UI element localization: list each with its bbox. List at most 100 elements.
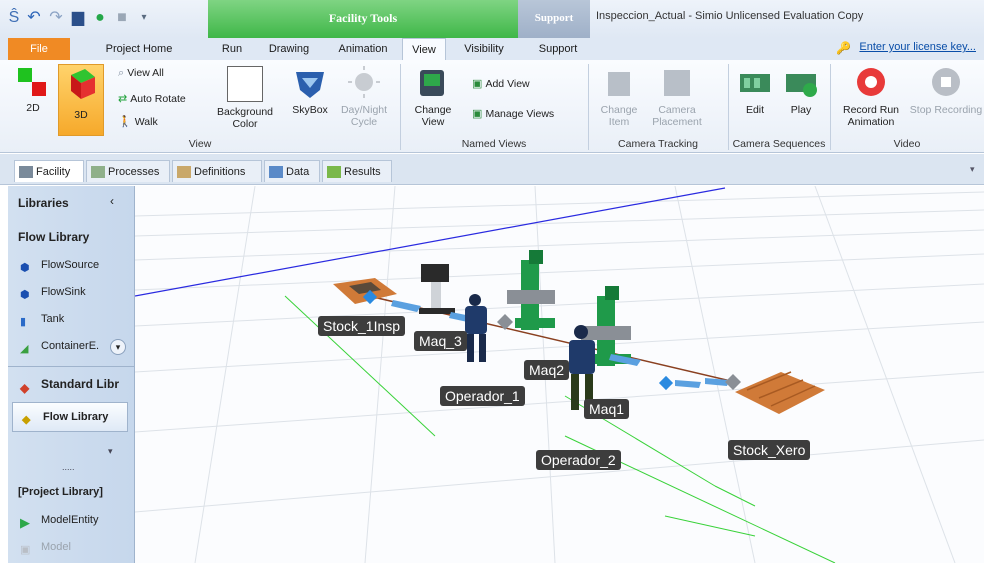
label-stock-xero[interactable]: Stock_Xero bbox=[728, 440, 811, 460]
add-view-button[interactable]: ▣ Add View bbox=[472, 77, 530, 90]
camera-sequences-group-label: Camera Sequences bbox=[732, 138, 826, 150]
standard-library-icon: ◆ bbox=[20, 380, 30, 395]
play-sequence-button[interactable]: Play bbox=[780, 64, 822, 134]
stop-record-icon bbox=[932, 68, 960, 96]
walk-button[interactable]: 🚶 Walk bbox=[118, 115, 158, 131]
label-operador-2[interactable]: Operador_2 bbox=[536, 450, 621, 470]
view-group-label: View bbox=[188, 138, 212, 150]
context-tab-support: Support bbox=[518, 0, 590, 38]
facility-3d-viewport[interactable]: Stock_1Insp Maq_3 Maq2 Operador_1 Maq1 O… bbox=[135, 186, 984, 563]
library-item-model[interactable]: ▣ Model bbox=[20, 538, 71, 556]
license-link[interactable]: Enter your license key... bbox=[859, 41, 976, 53]
tab-visibility[interactable]: Visibility bbox=[454, 38, 514, 60]
save-icon[interactable]: ▆ bbox=[68, 8, 88, 28]
doc-tab-label: Facility bbox=[36, 166, 71, 178]
sidebar-divider bbox=[8, 366, 134, 367]
doc-tab-label: Definitions bbox=[194, 166, 246, 178]
3d-button[interactable]: 3D bbox=[58, 64, 104, 136]
doc-tab-processes[interactable]: Processes bbox=[86, 160, 170, 182]
tab-drawing[interactable]: Drawing bbox=[262, 38, 316, 60]
label-maq3[interactable]: Maq_3 bbox=[414, 331, 467, 351]
background-color-label: Background Color bbox=[216, 106, 274, 130]
stock-xero-pallet bbox=[735, 372, 825, 414]
tab-animation[interactable]: Animation bbox=[330, 38, 396, 60]
doc-tabs-dropdown-icon[interactable]: ▾ bbox=[970, 164, 975, 175]
library-item-label: ModelEntity bbox=[41, 514, 99, 526]
day-night-label: Day/Night Cycle bbox=[340, 104, 388, 128]
run-icon[interactable]: ● bbox=[90, 8, 110, 28]
camera-tracking-group-label: Camera Tracking bbox=[618, 138, 698, 150]
doc-tab-data[interactable]: Data bbox=[264, 160, 320, 182]
flow-source-icon: ⬢ bbox=[20, 262, 30, 275]
library-item-tank[interactable]: ▮ Tank bbox=[20, 310, 64, 328]
label-operador-1[interactable]: Operador_1 bbox=[440, 386, 525, 406]
library-item-label: FlowSink bbox=[41, 286, 86, 298]
library-item-flowsource[interactable]: ⬢ FlowSource bbox=[20, 256, 99, 274]
change-item-icon bbox=[608, 72, 630, 96]
2d-button[interactable]: 2D bbox=[14, 66, 52, 114]
background-color-button[interactable]: Background Color bbox=[216, 64, 274, 134]
change-item-button: Change Item bbox=[596, 64, 642, 134]
skybox-button[interactable]: SkyBox bbox=[286, 64, 334, 134]
results-icon bbox=[327, 166, 341, 179]
collapse-sidebar-icon[interactable]: ‹ bbox=[110, 194, 114, 208]
manage-views-icon: ▣ bbox=[472, 108, 483, 120]
container-icon: ◢ bbox=[20, 343, 29, 356]
tab-file[interactable]: File bbox=[8, 38, 70, 60]
doc-tab-label: Results bbox=[344, 166, 381, 178]
library-item-containerentity[interactable]: ◢ ContainerE. bbox=[20, 337, 99, 355]
label-stock-1insp[interactable]: Stock_1Insp bbox=[318, 316, 406, 336]
flow-library-header: Flow Library bbox=[18, 230, 90, 244]
label-maq1[interactable]: Maq1 bbox=[584, 399, 630, 419]
camera-placement-icon bbox=[664, 70, 690, 96]
day-night-cycle-button: Day/Night Cycle bbox=[338, 64, 390, 134]
redo-icon[interactable]: ↷ bbox=[46, 8, 66, 28]
play-sequence-label: Play bbox=[790, 104, 812, 116]
node-diamond bbox=[658, 375, 674, 391]
standard-library-button[interactable]: ◆ Standard Libr bbox=[20, 375, 120, 395]
auto-rotate-icon: ⇄ bbox=[118, 93, 128, 105]
manage-views-label: Manage Views bbox=[485, 108, 555, 120]
auto-rotate-button[interactable]: ⇄ Auto Rotate bbox=[118, 92, 186, 108]
walk-icon: 🚶 bbox=[118, 116, 132, 128]
undo-icon[interactable]: ↶ bbox=[24, 8, 44, 28]
doc-tab-results[interactable]: Results bbox=[322, 160, 392, 182]
sidebar-grip[interactable]: ..... bbox=[62, 462, 75, 472]
model-icon: ▣ bbox=[20, 544, 31, 557]
sidebar-dropdown-icon[interactable]: ▾ bbox=[108, 446, 113, 457]
record-run-animation-button[interactable]: Record Run Animation bbox=[836, 64, 906, 134]
add-view-label: Add View bbox=[485, 78, 530, 90]
manage-views-button[interactable]: ▣ Manage Views bbox=[472, 107, 554, 120]
standard-library-label: Standard Libr bbox=[41, 377, 120, 391]
view-all-button[interactable]: ⌕ View All bbox=[118, 67, 164, 83]
label-maq2[interactable]: Maq2 bbox=[524, 360, 570, 380]
doc-tab-facility[interactable]: Facility bbox=[14, 160, 84, 182]
sun-icon bbox=[348, 66, 380, 98]
video-group-label: Video bbox=[893, 138, 921, 150]
doc-tab-definitions[interactable]: Definitions bbox=[172, 160, 262, 182]
tab-run[interactable]: Run bbox=[212, 38, 252, 60]
library-item-modelentity[interactable]: ▶ ModelEntity bbox=[20, 511, 99, 530]
doc-tab-label: Processes bbox=[108, 166, 160, 178]
flow-library-button-label: ◆ Flow Library bbox=[22, 408, 108, 426]
maq3-machine bbox=[421, 264, 449, 282]
background-color-swatch-icon bbox=[227, 66, 263, 102]
change-view-button[interactable]: Change View bbox=[408, 64, 458, 134]
doc-tab-label: Data bbox=[286, 166, 310, 178]
library-item-label: ContainerE. bbox=[41, 340, 100, 352]
tank-icon: ▮ bbox=[20, 316, 27, 329]
simio-app-icon[interactable]: Ŝ bbox=[4, 8, 24, 28]
flow-arrow bbox=[391, 300, 421, 312]
edit-sequence-button[interactable]: Edit bbox=[734, 64, 776, 134]
tab-view[interactable]: View bbox=[402, 38, 446, 62]
data-icon bbox=[269, 166, 283, 179]
expand-more-icon[interactable]: ▾ bbox=[110, 339, 126, 355]
customize-qat-icon[interactable]: ▾ bbox=[134, 8, 154, 28]
stop-icon[interactable]: ■ bbox=[112, 8, 132, 28]
library-item-label: FlowSource bbox=[41, 259, 100, 271]
camera-icon bbox=[420, 70, 444, 96]
tab-project-home[interactable]: Project Home bbox=[96, 38, 182, 60]
film-play-icon bbox=[786, 74, 817, 97]
library-item-flowsink[interactable]: ⬢ FlowSink bbox=[20, 283, 86, 301]
tab-support[interactable]: Support bbox=[528, 38, 588, 60]
